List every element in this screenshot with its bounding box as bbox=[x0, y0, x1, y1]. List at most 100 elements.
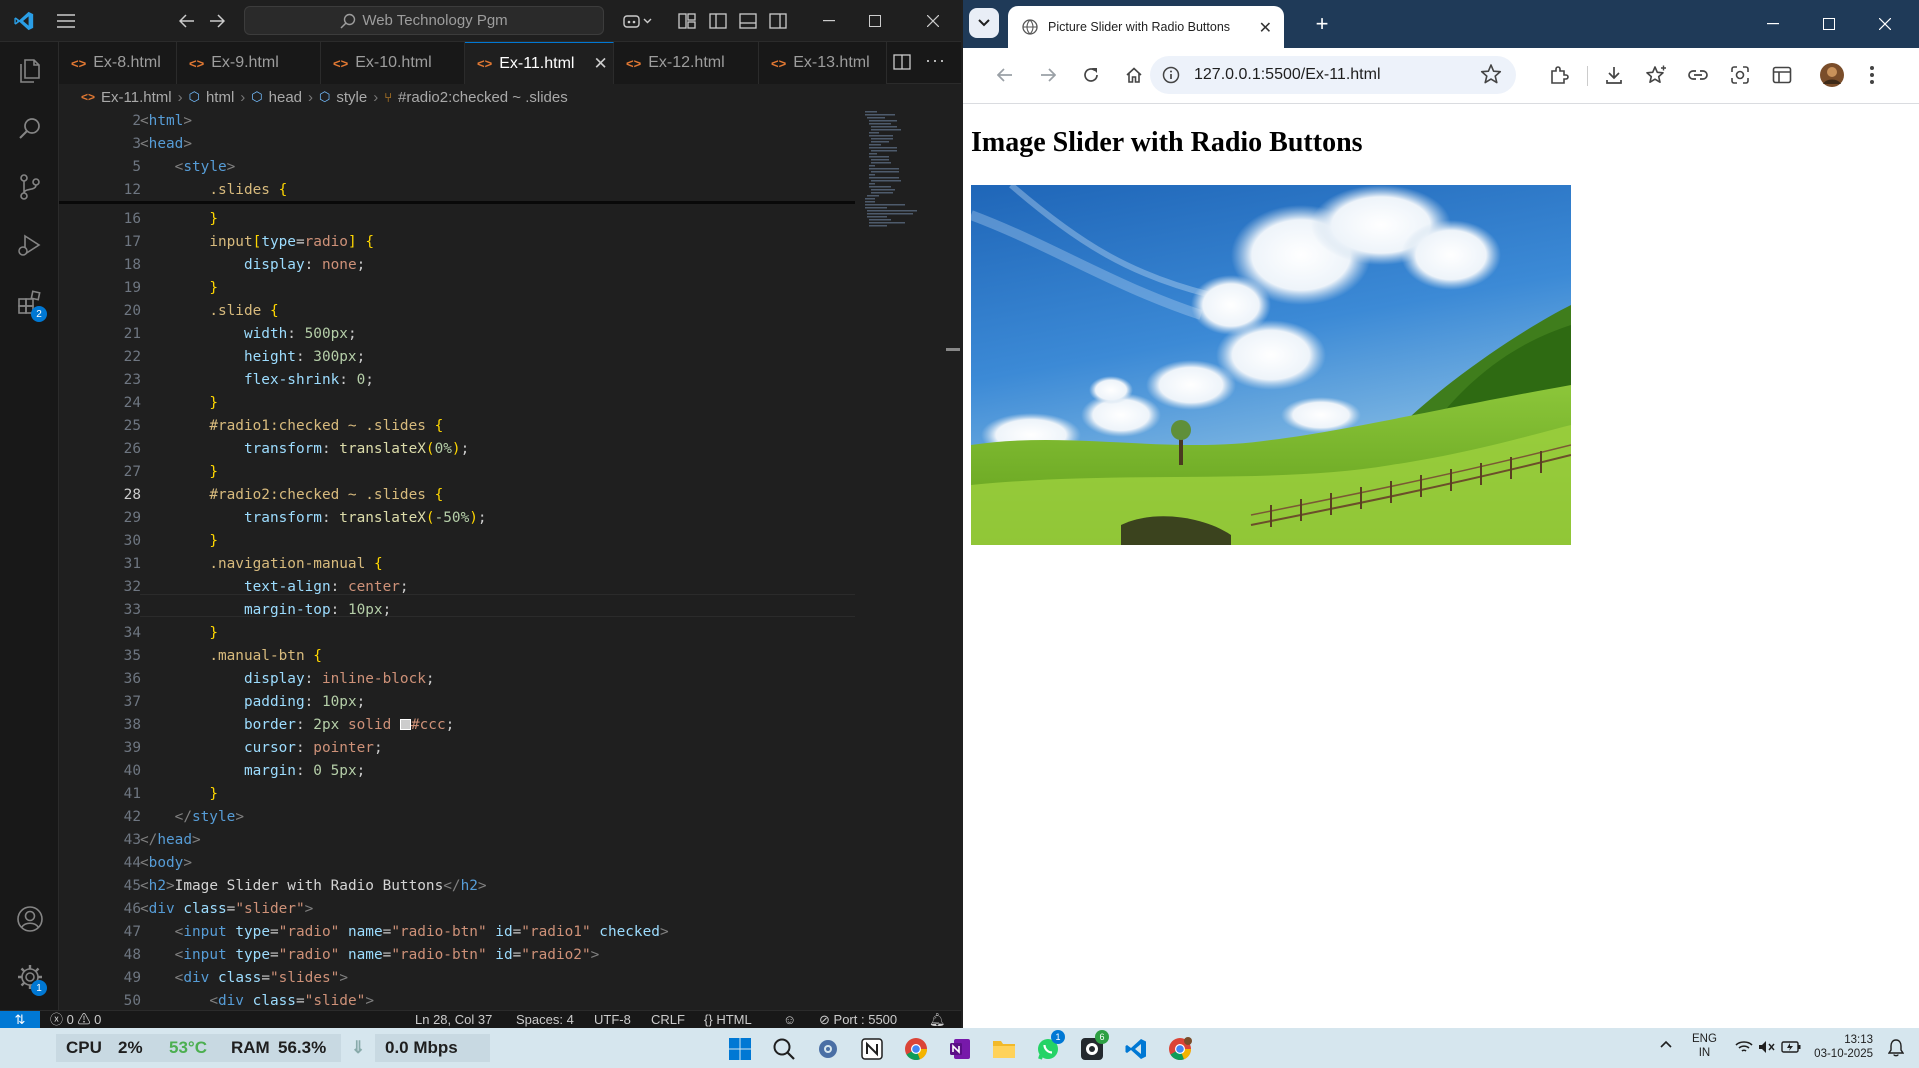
vscode-logo-icon bbox=[6, 0, 42, 42]
volume-muted-icon[interactable] bbox=[1758, 1040, 1776, 1054]
close-tab-icon[interactable]: ✕ bbox=[1259, 18, 1272, 38]
clock[interactable]: 13:13 03-10-2025 bbox=[1813, 1033, 1873, 1061]
language-mode[interactable]: {} HTML bbox=[704, 1011, 752, 1028]
code-line: .slides { bbox=[209, 182, 288, 198]
link-icon[interactable] bbox=[1681, 58, 1715, 92]
tab-ex-8[interactable]: <> Ex-8.html bbox=[59, 42, 177, 84]
code-editor[interactable]: 2 <html> 3 <head> 5 <style> 12 .slides {… bbox=[59, 110, 855, 1010]
indentation[interactable]: Spaces: 4 bbox=[516, 1011, 574, 1028]
forward-arrow-icon[interactable] bbox=[204, 0, 230, 42]
color-swatch[interactable] bbox=[399, 719, 411, 730]
source-control-icon[interactable] bbox=[0, 158, 59, 216]
notion-app-icon[interactable] bbox=[857, 1034, 887, 1064]
close-window-icon[interactable] bbox=[908, 0, 958, 42]
reload-icon[interactable] bbox=[1074, 58, 1108, 92]
notifications-bell-icon[interactable]: 🔔︎ bbox=[929, 1011, 946, 1028]
code-line: display: inline-block; bbox=[243, 671, 435, 687]
menu-icon[interactable] bbox=[50, 0, 82, 42]
windows-start-icon[interactable] bbox=[725, 1034, 755, 1064]
line-number: 34 bbox=[123, 625, 141, 641]
tab-search-chevron-icon[interactable] bbox=[969, 8, 999, 38]
google-lens-icon[interactable] bbox=[1723, 58, 1757, 92]
copilot-icon[interactable] bbox=[618, 0, 658, 42]
forward-arrow-icon[interactable] bbox=[1031, 58, 1065, 92]
minimize-icon[interactable] bbox=[1745, 0, 1801, 48]
chrome-profile-app-icon[interactable] bbox=[1165, 1034, 1195, 1064]
toggle-sidebar-icon[interactable] bbox=[703, 0, 733, 42]
close-window-icon[interactable] bbox=[1857, 0, 1913, 48]
browser-tab-active[interactable]: Picture Slider with Radio Buttons ✕ bbox=[1008, 6, 1284, 48]
notification-bell-icon[interactable] bbox=[1888, 1039, 1904, 1057]
favorites-icon[interactable] bbox=[1639, 58, 1673, 92]
tab-label: Ex-10.html bbox=[355, 54, 432, 71]
language-indicator[interactable]: ENG IN bbox=[1692, 1032, 1717, 1060]
chrome-app-icon[interactable] bbox=[901, 1034, 931, 1064]
more-actions-icon[interactable]: ··· bbox=[925, 50, 946, 71]
ram-value: 56.3% bbox=[272, 1034, 341, 1062]
tab-ex-10[interactable]: <> Ex-10.html bbox=[321, 42, 465, 84]
code-line: </style> bbox=[174, 809, 244, 825]
home-icon[interactable] bbox=[1117, 58, 1151, 92]
system-monitor-widget[interactable]: CPU 2% 53°C RAM 56.3% ⇓ 0.0 Mbps bbox=[56, 1034, 490, 1062]
code-line: border: 2px solid #ccc; bbox=[243, 717, 455, 733]
explorer-icon[interactable] bbox=[0, 42, 59, 100]
minimap[interactable] bbox=[855, 110, 950, 1010]
errors-warnings[interactable]: ⓧ 0 ⚠ 0 bbox=[50, 1011, 101, 1028]
whatsapp-app-icon[interactable]: 1 bbox=[1033, 1030, 1065, 1064]
github-desktop-icon[interactable]: 6 bbox=[1077, 1030, 1109, 1064]
back-arrow-icon[interactable] bbox=[174, 0, 200, 42]
vscode-app-icon[interactable] bbox=[1121, 1034, 1151, 1064]
minimize-icon[interactable] bbox=[806, 0, 852, 42]
extensions-icon[interactable]: 2 bbox=[0, 274, 59, 332]
network-speed: 0.0 Mbps bbox=[375, 1034, 490, 1062]
onenote-app-icon[interactable] bbox=[945, 1034, 975, 1064]
scroll-position-marker[interactable] bbox=[946, 348, 960, 351]
maximize-icon[interactable] bbox=[1801, 0, 1857, 48]
cursor-position[interactable]: Ln 28, Col 37 bbox=[415, 1011, 492, 1028]
line-number: 49 bbox=[123, 970, 141, 986]
site-info-icon[interactable] bbox=[1162, 66, 1180, 84]
address-bar[interactable]: 127.0.0.1:5500/Ex-11.html bbox=[1150, 56, 1516, 94]
breadcrumb-html[interactable]: html bbox=[206, 89, 234, 106]
split-editor-icon[interactable] bbox=[893, 54, 911, 70]
toggle-panel-icon[interactable] bbox=[733, 0, 763, 42]
maximize-icon[interactable] bbox=[852, 0, 898, 42]
taskbar-search-icon[interactable] bbox=[769, 1034, 799, 1064]
extensions-puzzle-icon[interactable] bbox=[1542, 58, 1576, 92]
command-center-search[interactable]: Web Technology Pgm bbox=[244, 6, 604, 35]
tab-ex-12[interactable]: <> Ex-12.html bbox=[614, 42, 759, 84]
run-debug-icon[interactable] bbox=[0, 216, 59, 274]
reading-list-icon[interactable] bbox=[1765, 58, 1799, 92]
download-icon[interactable] bbox=[1597, 58, 1631, 92]
bookmark-star-icon[interactable] bbox=[1480, 63, 1502, 85]
battery-icon[interactable] bbox=[1781, 1041, 1801, 1053]
back-arrow-icon[interactable] bbox=[988, 58, 1022, 92]
show-hidden-icons-chevron-icon[interactable] bbox=[1660, 1040, 1672, 1048]
settings-app-icon[interactable] bbox=[813, 1034, 843, 1064]
new-tab-plus-icon[interactable]: + bbox=[1308, 10, 1336, 38]
tab-ex-13[interactable]: <> Ex-13.html bbox=[759, 42, 887, 84]
toggle-secondary-sidebar-icon[interactable] bbox=[763, 0, 793, 42]
breadcrumb-selector[interactable]: #radio2:checked ~ .slides bbox=[398, 89, 568, 106]
more-menu-icon[interactable] bbox=[1855, 58, 1889, 92]
settings-gear-icon[interactable]: 1 bbox=[0, 948, 59, 1006]
breadcrumb-head[interactable]: head bbox=[269, 89, 302, 106]
layout-icon[interactable] bbox=[672, 0, 702, 42]
close-tab-icon[interactable]: ✕ bbox=[593, 54, 607, 74]
breadcrumb-file[interactable]: Ex-11.html bbox=[101, 89, 172, 106]
copilot-status-icon[interactable]: ☺ bbox=[783, 1011, 796, 1028]
line-number: 17 bbox=[123, 234, 141, 250]
line-number: 27 bbox=[123, 464, 141, 480]
search-view-icon[interactable] bbox=[0, 100, 59, 158]
live-server-port[interactable]: ⊘ Port : 5500 bbox=[819, 1011, 897, 1028]
tab-ex-9[interactable]: <> Ex-9.html bbox=[177, 42, 321, 84]
wifi-icon[interactable] bbox=[1735, 1040, 1753, 1054]
line-ending[interactable]: CRLF bbox=[651, 1011, 685, 1028]
encoding[interactable]: UTF-8 bbox=[594, 1011, 631, 1028]
accounts-icon[interactable] bbox=[0, 890, 59, 948]
profile-avatar[interactable] bbox=[1815, 58, 1849, 92]
remote-icon[interactable]: ⇅ bbox=[0, 1011, 40, 1028]
tab-ex-11[interactable]: <> Ex-11.html ✕ bbox=[465, 42, 614, 84]
breadcrumb-style[interactable]: style bbox=[336, 89, 367, 106]
file-explorer-icon[interactable] bbox=[989, 1034, 1019, 1064]
